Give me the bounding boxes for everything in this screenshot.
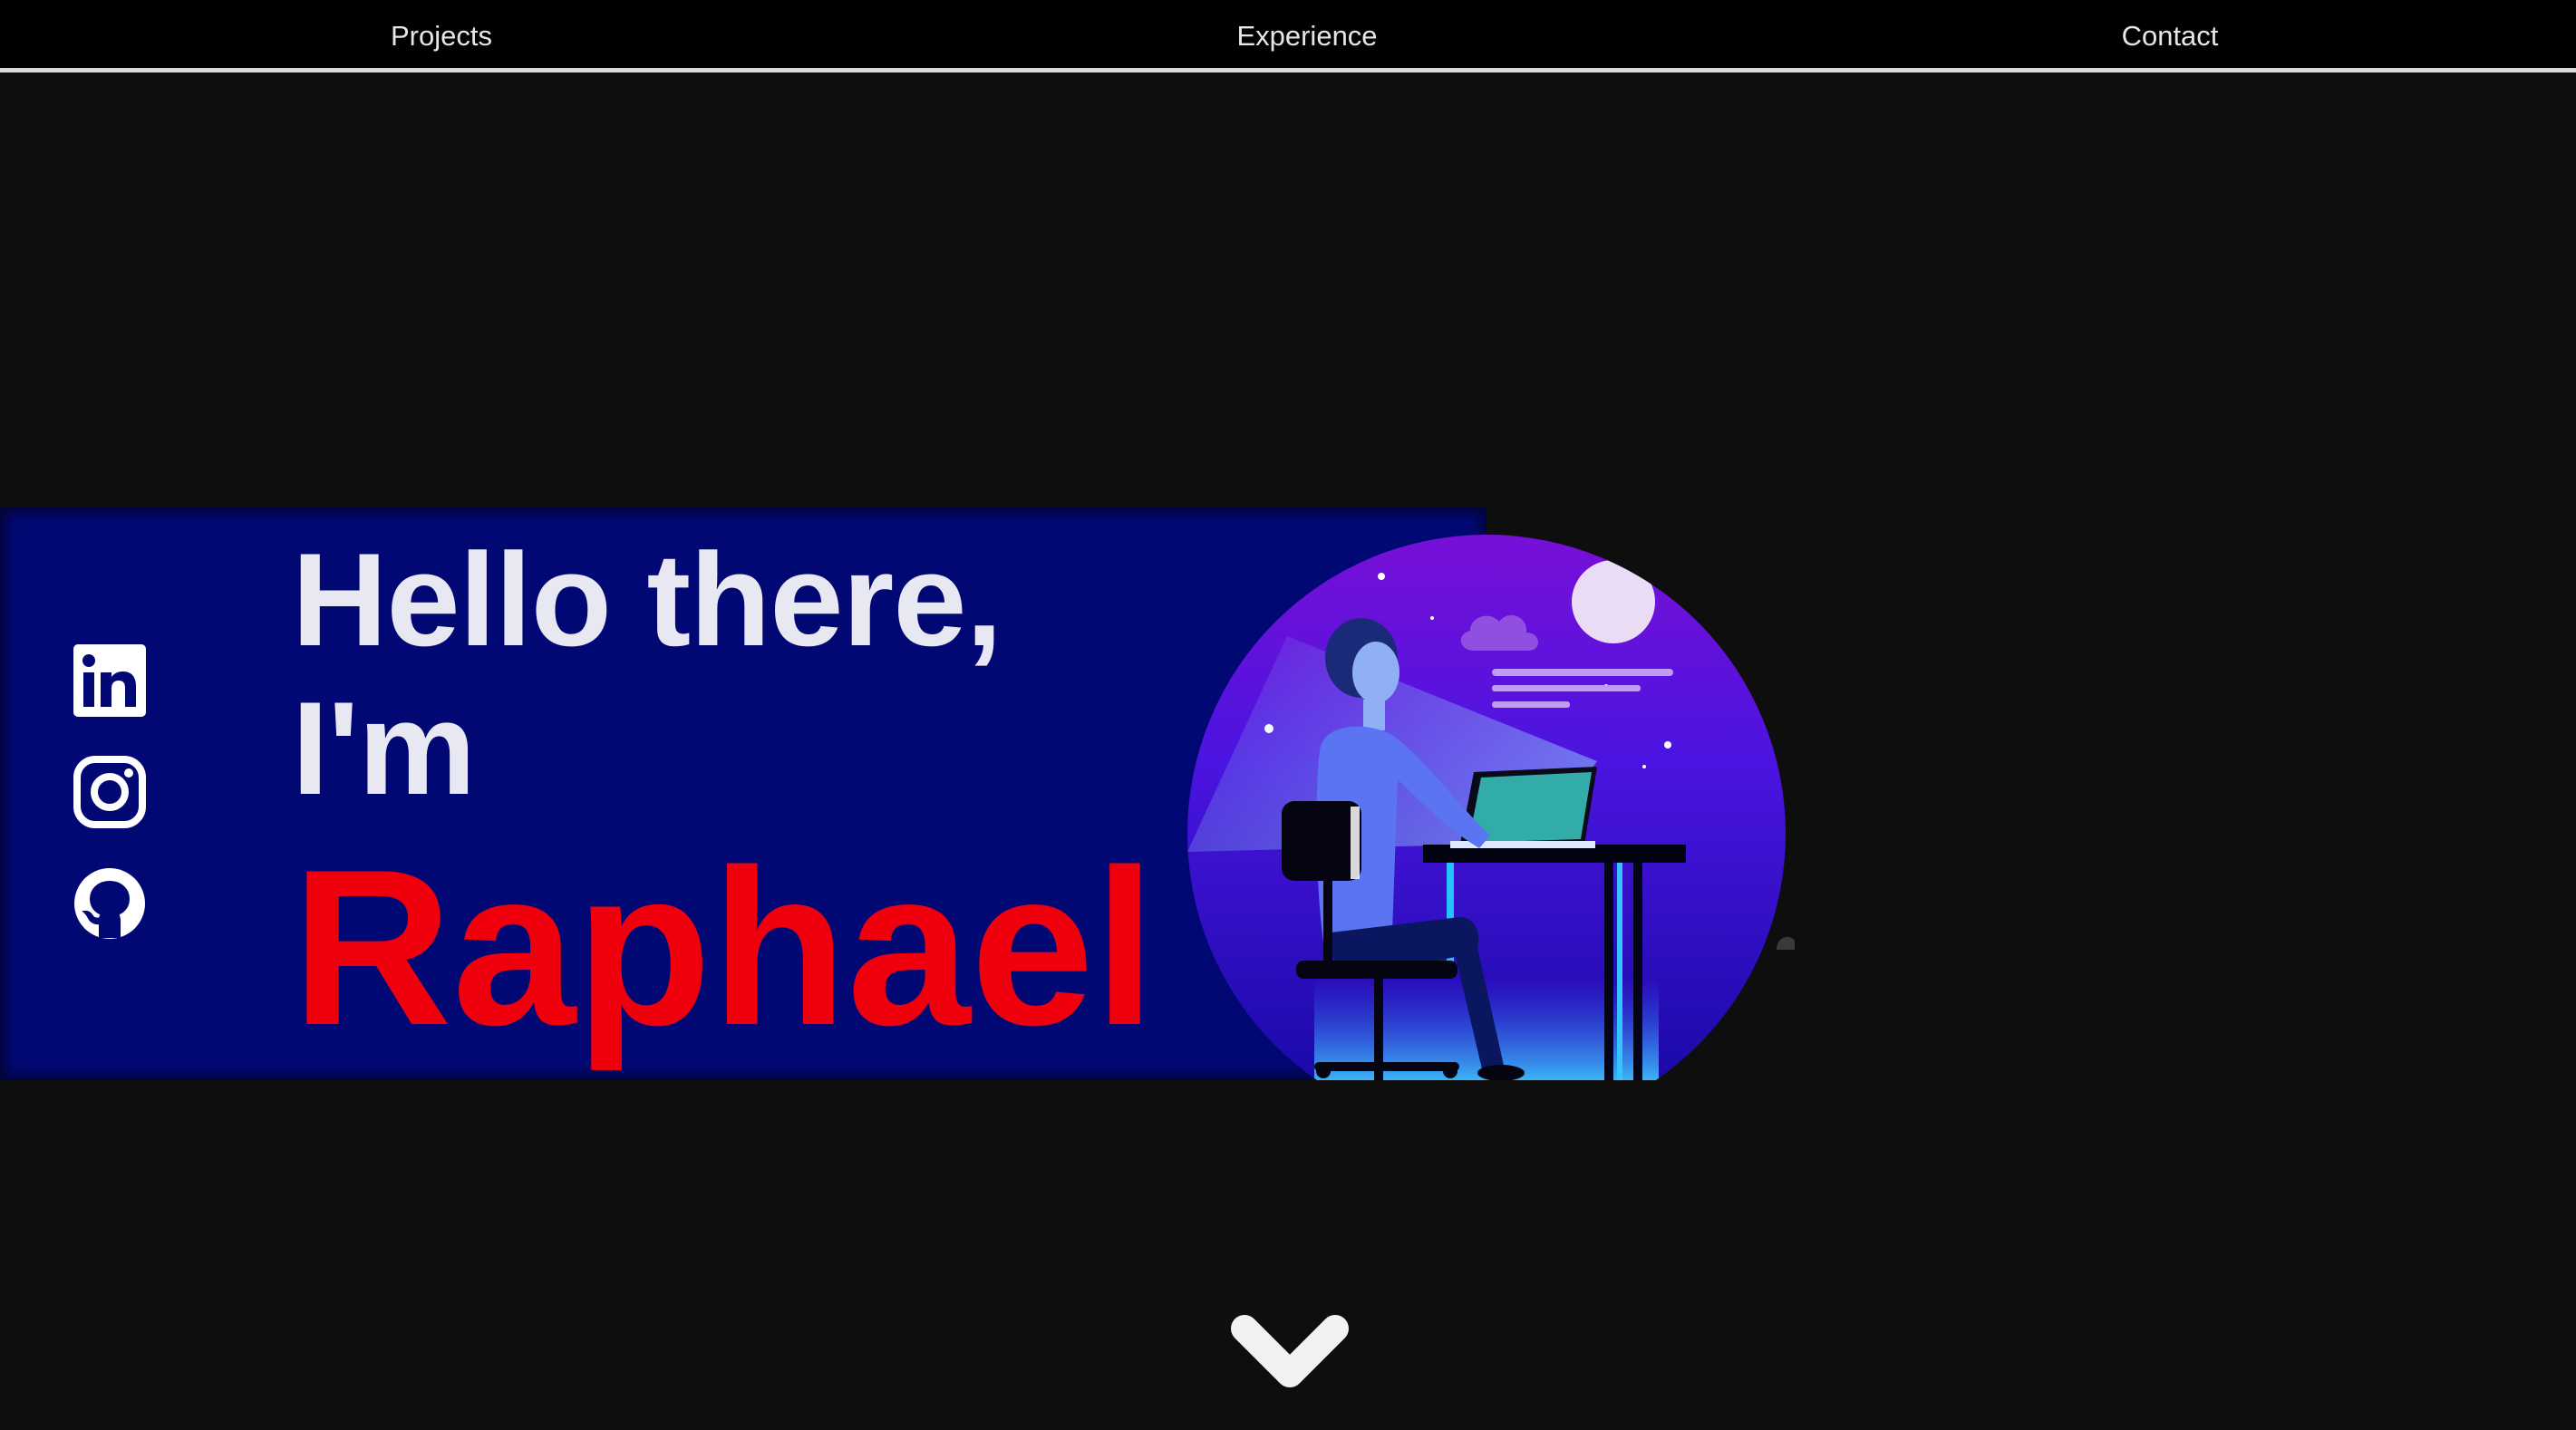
hero-section: Hello there, I'm Raphael <box>0 507 1795 1080</box>
name-heading: Raphael <box>292 823 1157 1071</box>
nav-link-contact[interactable]: Contact <box>2122 16 2219 56</box>
chevron-down-icon[interactable] <box>1228 1312 1351 1390</box>
nav-link-experience[interactable]: Experience <box>1236 16 1377 56</box>
top-navigation: Projects Experience Contact <box>0 0 2576 72</box>
linkedin-icon[interactable] <box>73 643 147 718</box>
greeting-line-1: Hello there, <box>292 526 1002 673</box>
github-icon[interactable] <box>73 866 147 941</box>
developer-illustration <box>1187 507 1795 1080</box>
greeting: Hello there, I'm <box>292 526 1002 823</box>
instagram-icon[interactable] <box>73 755 147 829</box>
social-links <box>73 643 149 978</box>
nav-link-projects[interactable]: Projects <box>391 16 492 56</box>
greeting-line-2: I'm <box>292 674 476 822</box>
